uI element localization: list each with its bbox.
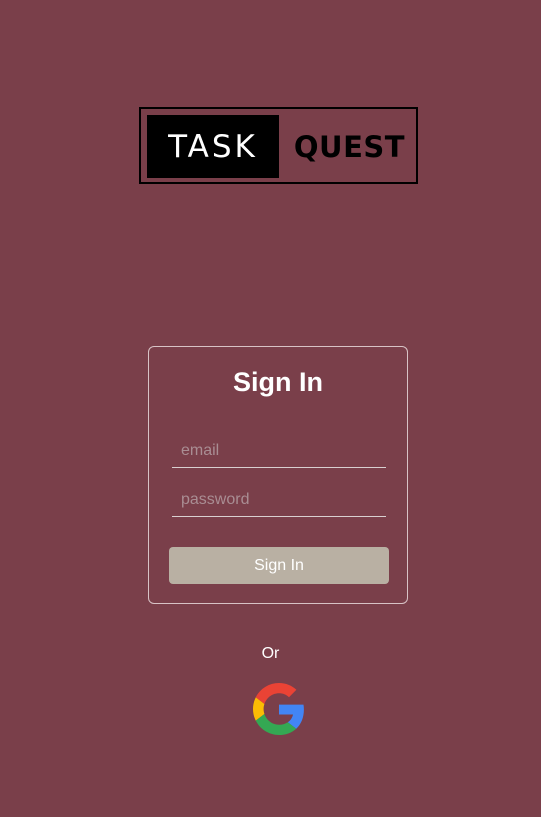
- app-logo: TASK QUEST: [139, 107, 418, 184]
- google-icon: [253, 683, 304, 735]
- password-input[interactable]: [172, 483, 386, 517]
- logo-task-text: TASK: [147, 115, 279, 178]
- or-divider-text: Or: [261, 645, 280, 662]
- google-signin-button[interactable]: [253, 683, 305, 735]
- email-input[interactable]: [172, 434, 386, 468]
- logo-quest-text: QUEST: [293, 129, 406, 164]
- signin-title: Sign In: [233, 367, 323, 397]
- signin-button[interactable]: Sign In: [169, 547, 389, 584]
- signin-card: Sign In Sign In: [148, 346, 408, 604]
